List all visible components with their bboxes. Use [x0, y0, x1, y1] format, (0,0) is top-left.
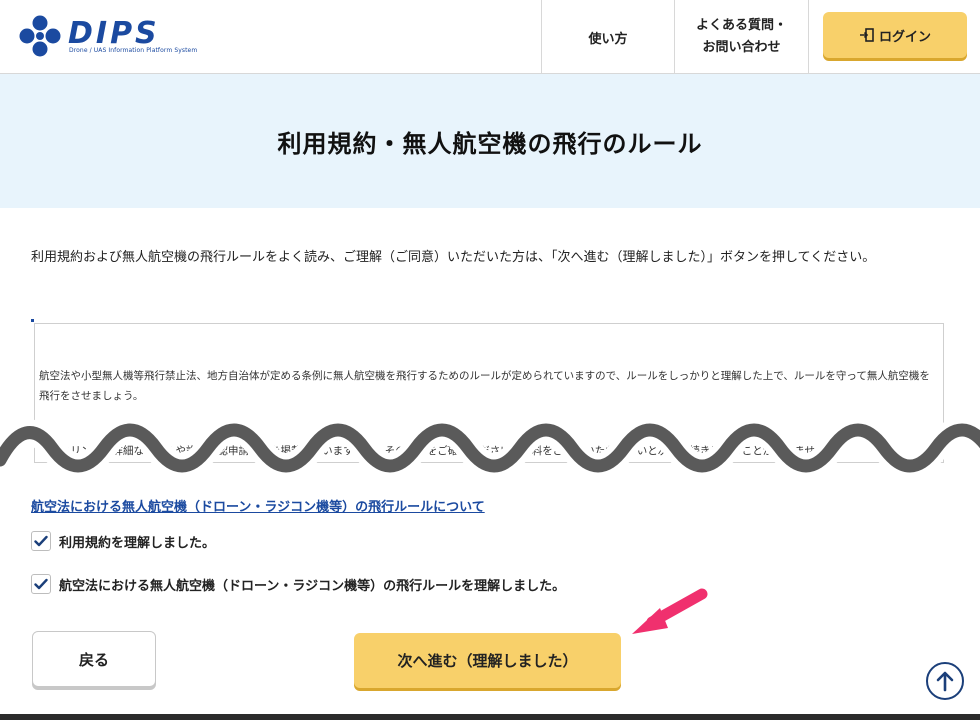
rules-checkbox[interactable] — [31, 574, 51, 594]
arrow-up-circle-icon — [936, 671, 954, 692]
next-label: 次へ進む（理解しました） — [397, 652, 578, 670]
login-door-icon — [859, 28, 874, 42]
flight-rules-link[interactable]: 航空法における無人航空機（ドローン・ラジコン機等）の飛行ルールについて — [31, 496, 485, 515]
pink-arrow-icon — [632, 588, 708, 634]
dips-logo[interactable]: DIPS Drone / UAS Information Platform Sy… — [18, 14, 208, 60]
back-button[interactable]: 戻る — [32, 631, 156, 687]
next-button[interactable]: 次へ進む（理解しました） — [354, 633, 621, 688]
nav-login-cell: ログイン — [808, 0, 980, 74]
title-band: 利用規約・無人航空機の飛行のルール — [0, 74, 980, 208]
scroll-top-button[interactable] — [926, 662, 964, 700]
logo-subtitle: Drone / UAS Information Platform System — [69, 47, 198, 54]
nav-faq-line2: お問い合わせ — [702, 40, 781, 55]
login-label: ログイン — [878, 29, 931, 45]
nav-howto[interactable]: 使い方 — [541, 0, 674, 74]
checkmark-icon — [34, 535, 48, 547]
logo-wordmark: DIPS — [68, 16, 160, 51]
site-header: DIPS Drone / UAS Information Platform Sy… — [0, 0, 980, 74]
page-title: 利用規約・無人航空機の飛行のルール — [277, 129, 703, 158]
logo-mark-icon — [19, 15, 61, 57]
check-row-terms[interactable]: 利用規約を理解しました。 — [31, 531, 215, 551]
bottom-edge-bar — [0, 714, 980, 720]
nav-faq-line1: よくある質問・ — [695, 18, 787, 33]
terms-paragraph-1: 航空法や小型無人機等飛行禁止法、地方自治体が定める条例に無人航空機を飛行するため… — [39, 370, 930, 402]
checkmark-icon — [34, 578, 48, 590]
login-button[interactable]: ログイン — [823, 12, 967, 58]
check-row-rules[interactable]: 航空法における無人航空機（ドローン・ラジコン機等）の飛行ルールを理解しました。 — [31, 574, 565, 594]
scroll-marker — [31, 319, 34, 322]
rules-check-label: 航空法における無人航空機（ドローン・ラジコン機等）の飛行ルールを理解しました。 — [59, 578, 566, 594]
nav-faq[interactable]: よくある質問・ お問い合わせ — [674, 0, 808, 74]
terms-checkbox[interactable] — [31, 531, 51, 551]
back-label: 戻る — [78, 650, 109, 669]
intro-text: 利用規約および無人航空機の飛行ルールをよく読み、ご理解（ご同意）いただいた方は、… — [31, 250, 876, 265]
nav-howto-label: 使い方 — [588, 31, 628, 47]
terms-check-label: 利用規約を理解しました。 — [59, 535, 216, 551]
wavy-cut-divider — [0, 417, 980, 479]
